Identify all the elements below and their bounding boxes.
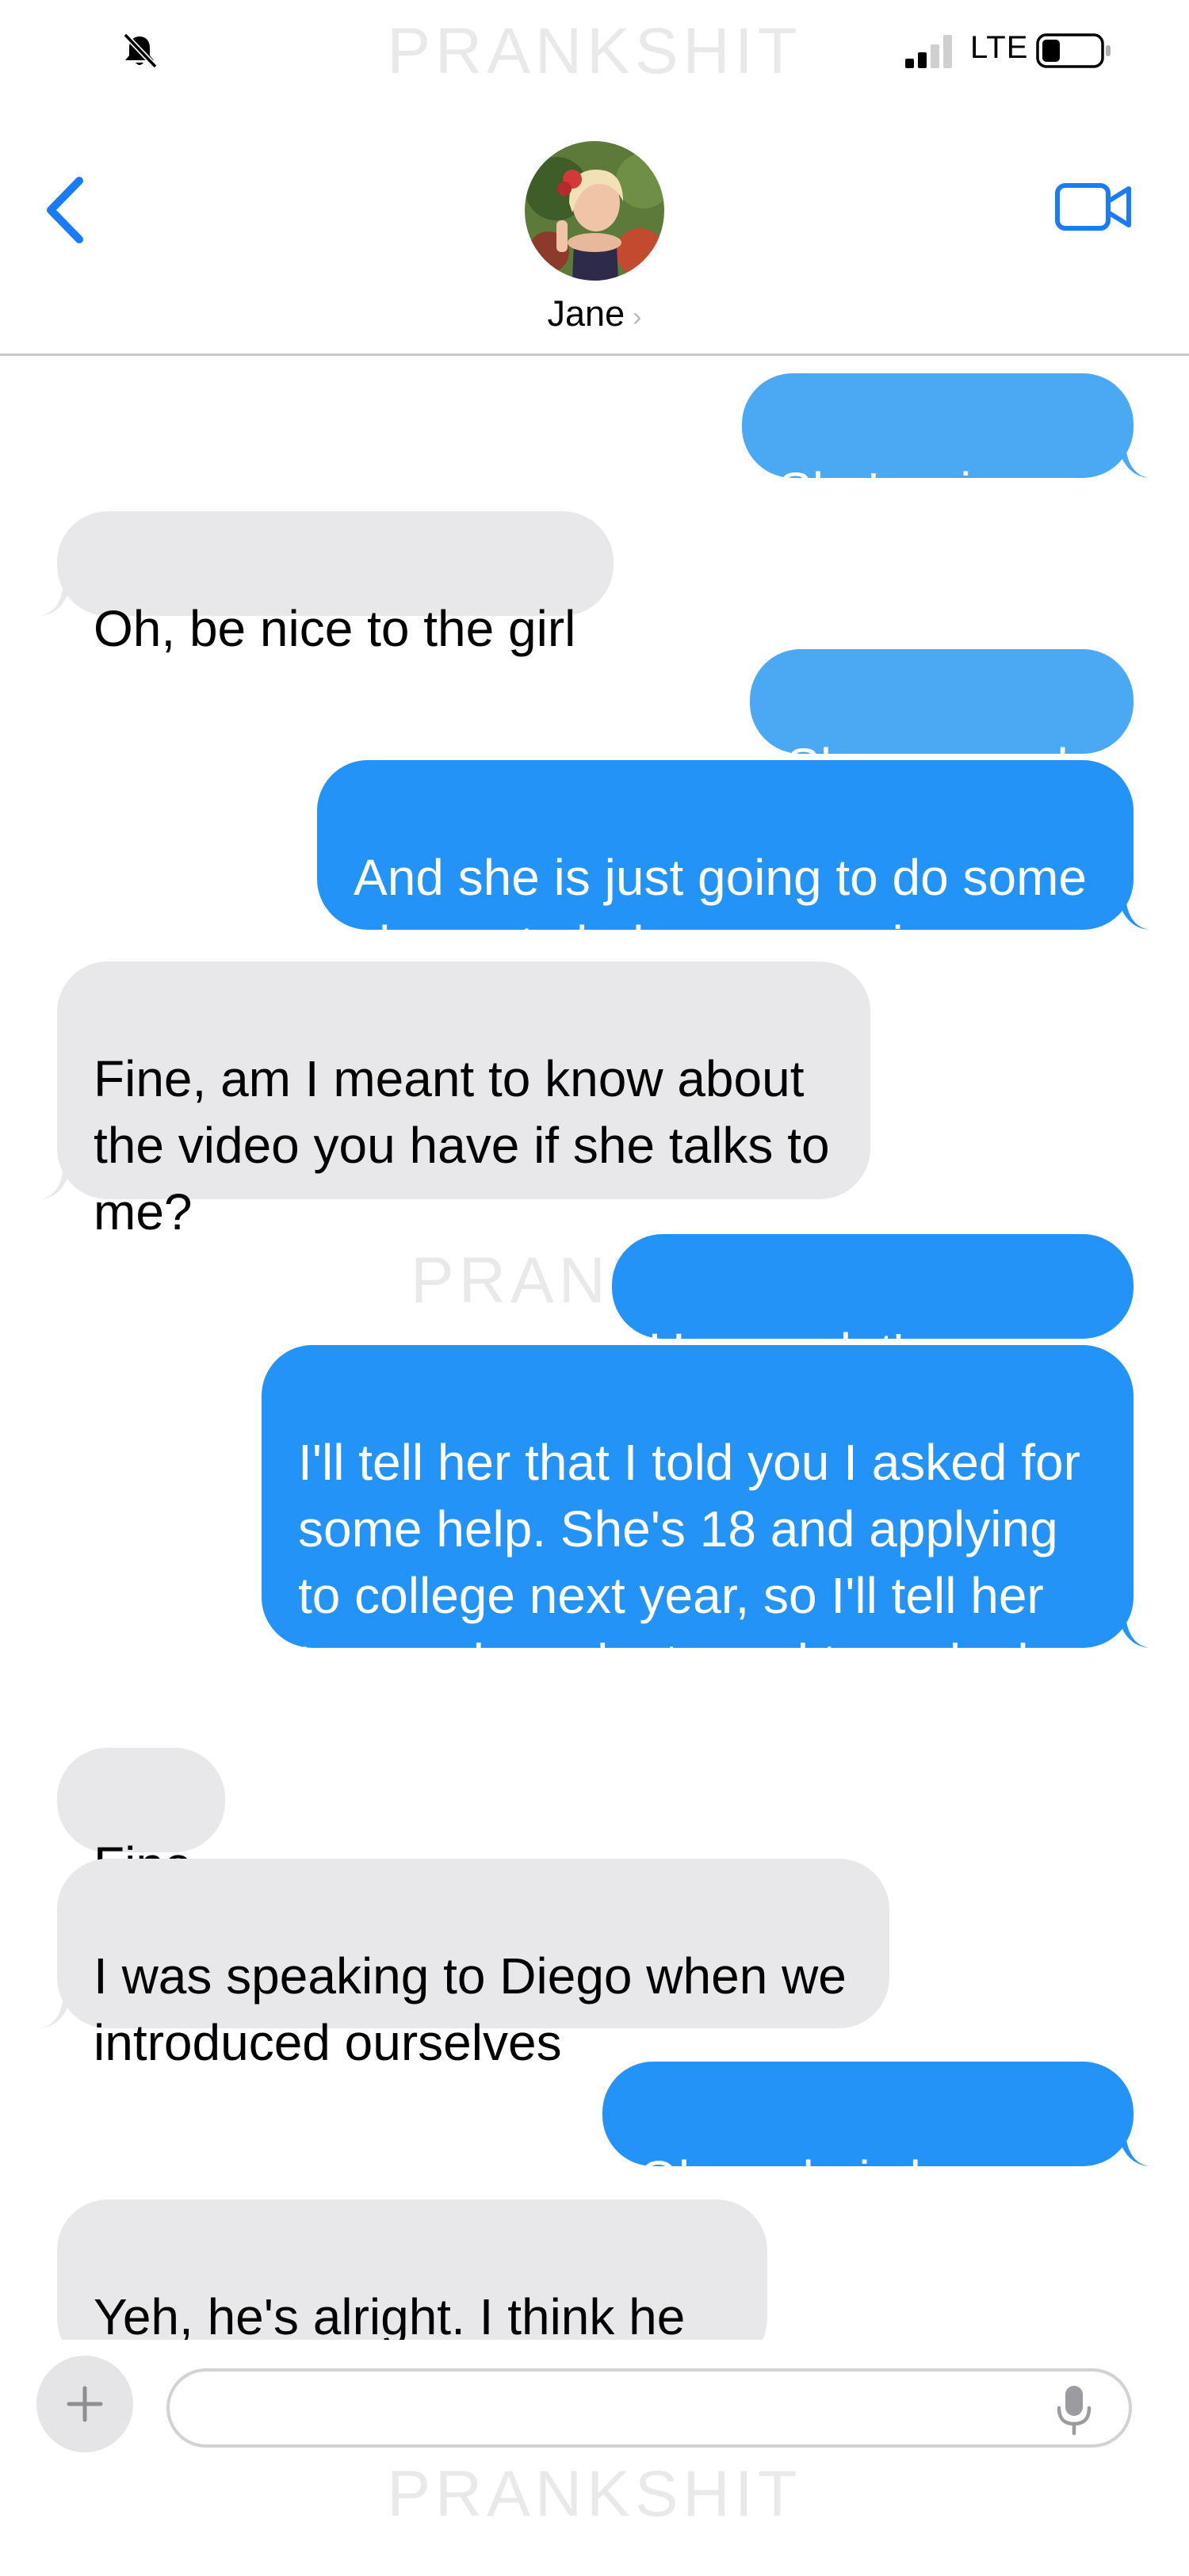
contact-avatar[interactable] xyxy=(525,141,664,281)
message-text: Fine, am I meant to know about the video… xyxy=(94,1050,830,1240)
chevron-right-icon: › xyxy=(633,302,642,332)
watermark-bottom: PRANKSHIT xyxy=(387,2458,802,2530)
message-bubble-received[interactable]: Fine, am I meant to know about the video… xyxy=(57,961,870,1240)
network-type-label: LTE xyxy=(970,30,1029,65)
bubble-tail xyxy=(1118,1616,1149,1648)
bubble-tail xyxy=(40,1168,71,1199)
message-text: Yeh, he's alright. I think he is slightl… xyxy=(94,2288,686,2340)
message-bubble-received[interactable]: Fine xyxy=(57,1748,225,1894)
message-text: I was speaking to Diego when we introduc… xyxy=(94,1947,847,2071)
composer-bar: PRANKSHIT xyxy=(0,2340,1189,2576)
message-bubble-sent[interactable]: She was rude xyxy=(750,649,1134,795)
bubble-tail xyxy=(1118,2135,1149,2166)
add-attachment-button[interactable] xyxy=(36,2356,133,2452)
message-bubble-sent[interactable]: She's mine xo xyxy=(742,373,1134,519)
video-camera-icon[interactable] xyxy=(1054,174,1134,238)
message-list[interactable]: She's mine xo Oh, be nice to the girl Sh… xyxy=(0,356,1189,2340)
bubble-tail xyxy=(40,584,71,616)
message-bubble-sent[interactable]: Oh yeah, is he nice? xyxy=(602,2062,1134,2274)
bubble-tail xyxy=(40,1997,71,2028)
message-bubble-received[interactable]: Oh, be nice to the girl xyxy=(57,511,614,657)
bubble-tail xyxy=(1118,446,1149,478)
message-bubble-received[interactable]: Yeh, he's alright. I think he is slightl… xyxy=(57,2200,767,2340)
message-text: And she is just going to do some chores … xyxy=(354,849,1087,973)
message-bubble-received[interactable]: I was speaking to Diego when we introduc… xyxy=(57,1859,889,2071)
back-chevron-icon[interactable] xyxy=(41,174,89,246)
message-input[interactable] xyxy=(166,2368,1132,2448)
bubble-tail xyxy=(1118,898,1149,930)
message-bubble-sent[interactable]: And she is just going to do some chores … xyxy=(317,760,1134,973)
signal-bars-icon xyxy=(905,35,952,68)
contact-name-row[interactable]: Jane › xyxy=(0,293,1189,334)
message-bubble-sent[interactable]: I'll tell her that I told you I asked fo… xyxy=(262,1345,1134,1757)
message-text: She's mine xo xyxy=(778,462,1095,519)
message-text: Oh, be nice to the girl xyxy=(94,600,576,657)
contact-name[interactable]: Jane xyxy=(548,293,625,334)
message-bubble-sent[interactable]: Ummm, let's say no xyxy=(612,1234,1134,1380)
plus-icon xyxy=(67,2386,103,2422)
message-text: I'll tell her that I told you I asked fo… xyxy=(298,1434,1091,1757)
battery-icon xyxy=(1036,33,1111,68)
conversation-header: Jane › xyxy=(0,103,1189,356)
status-bar: PRANKSHIT LTE xyxy=(0,0,1189,103)
microphone-icon[interactable] xyxy=(1054,2384,1094,2436)
